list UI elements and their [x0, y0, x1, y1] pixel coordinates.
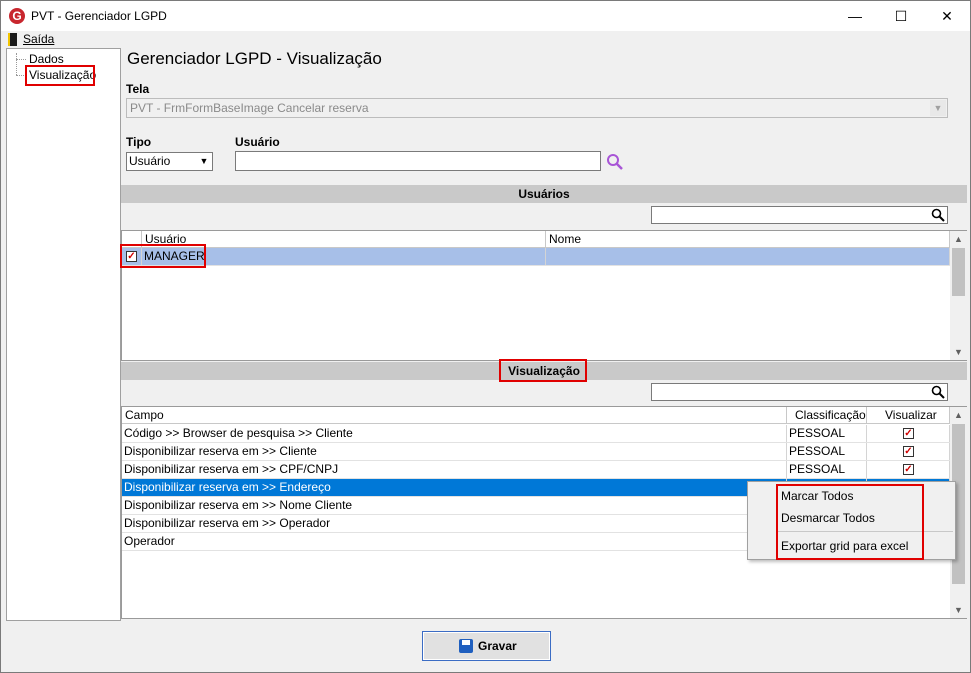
table-row[interactable]: Disponibilizar reserva em >> Cliente PES… [122, 443, 950, 461]
visualizar-checkbox[interactable]: ✓ [903, 428, 914, 439]
usuarios-grid-scrollbar[interactable]: ▲ ▼ [950, 231, 967, 360]
usuarios-section-title: Usuários [518, 187, 570, 201]
tree-connector [16, 59, 26, 60]
tipo-label: Tipo [126, 135, 152, 149]
cell-classificacao: PESSOAL [787, 443, 867, 460]
column-header-classificacao[interactable]: Classificação [787, 407, 867, 423]
usuario-input[interactable] [235, 151, 601, 171]
menu-item-saida[interactable]: Saída [23, 32, 54, 46]
save-disk-icon [459, 639, 473, 653]
scroll-up-icon[interactable]: ▲ [950, 231, 967, 247]
main-window: G PVT - Gerenciador LGPD — ☐ ✕ Saída Dad… [0, 0, 971, 673]
tela-select-value: PVT - FrmFormBaseImage Cancelar reserva [130, 101, 369, 115]
cell-campo: Disponibilizar reserva em >> Operador [122, 515, 787, 532]
close-button[interactable]: ✕ [924, 1, 970, 31]
usuarios-section-header: Usuários [121, 185, 967, 203]
minimize-button[interactable]: — [832, 1, 878, 31]
scroll-up-icon[interactable]: ▲ [950, 407, 967, 423]
search-icon[interactable] [606, 153, 624, 171]
cell-campo: Disponibilizar reserva em >> Endereço [122, 479, 787, 496]
cell-campo: Operador [122, 533, 787, 550]
visualizar-checkbox[interactable]: ✓ [903, 464, 914, 475]
tipo-select-value: Usuário [129, 154, 171, 168]
chevron-down-icon: ▼ [197, 154, 211, 169]
usuarios-search-input[interactable] [651, 206, 948, 224]
search-icon[interactable] [931, 208, 945, 222]
app-logo-icon: G [9, 8, 25, 24]
search-icon[interactable] [931, 385, 945, 399]
column-header-nome[interactable]: Nome [546, 231, 950, 247]
column-header-campo[interactable]: Campo [122, 407, 787, 423]
menu-bar: Saída [1, 31, 970, 47]
maximize-button[interactable]: ☐ [878, 1, 924, 31]
cell-campo: Código >> Browser de pesquisa >> Cliente [122, 425, 787, 442]
highlight-box [120, 244, 206, 268]
tree-item-dados[interactable]: Dados [29, 52, 64, 66]
cell-visualizar: ✓ [867, 443, 950, 460]
visualizar-checkbox[interactable]: ✓ [903, 446, 914, 457]
tela-select[interactable]: PVT - FrmFormBaseImage Cancelar reserva … [126, 98, 948, 118]
scrollbar-thumb[interactable] [952, 248, 965, 296]
cell-campo: Disponibilizar reserva em >> Cliente [122, 443, 787, 460]
table-row[interactable]: Disponibilizar reserva em >> CPF/CNPJ PE… [122, 461, 950, 479]
cell-visualizar: ✓ [867, 425, 950, 442]
usuarios-grid: Usuário Nome ✓ MANAGER ▲ ▼ [121, 230, 967, 361]
table-row[interactable]: ✓ MANAGER [122, 248, 950, 266]
usuarios-grid-header: Usuário Nome [122, 231, 950, 248]
cell-visualizar: ✓ [867, 461, 950, 478]
page-title: Gerenciador LGPD - Visualização [127, 49, 382, 68]
table-row[interactable]: Código >> Browser de pesquisa >> Cliente… [122, 425, 950, 443]
cell-classificacao: PESSOAL [787, 425, 867, 442]
title-bar: G PVT - Gerenciador LGPD — ☐ ✕ [1, 1, 970, 31]
highlight-box [499, 359, 587, 382]
menu-saida-label: Saída [23, 32, 55, 46]
cell-campo: Disponibilizar reserva em >> Nome Client… [122, 497, 787, 514]
highlight-box [25, 65, 95, 86]
scroll-down-icon[interactable]: ▼ [950, 602, 967, 618]
column-header-visualizar[interactable]: Visualizar [867, 407, 950, 423]
visualizacao-search-input[interactable] [651, 383, 948, 401]
tela-label: Tela [126, 82, 150, 96]
cell-classificacao: PESSOAL [787, 461, 867, 478]
gravar-button[interactable]: Gravar [422, 631, 551, 661]
navigation-tree: Dados Visualização [6, 48, 121, 621]
window-title: PVT - Gerenciador LGPD [31, 9, 167, 23]
highlight-box [776, 484, 924, 560]
scroll-down-icon[interactable]: ▼ [950, 344, 967, 360]
cell-campo: Disponibilizar reserva em >> CPF/CNPJ [122, 461, 787, 478]
usuario-label: Usuário [235, 135, 280, 149]
exit-door-icon [8, 33, 17, 46]
visualizacao-grid-header: Campo Classificação Visualizar [122, 407, 950, 424]
tipo-select[interactable]: Usuário ▼ [126, 152, 213, 171]
tree-connector [16, 53, 17, 75]
chevron-down-icon: ▼ [930, 100, 946, 116]
cell-nome [546, 248, 950, 265]
gravar-button-label: Gravar [478, 639, 517, 653]
